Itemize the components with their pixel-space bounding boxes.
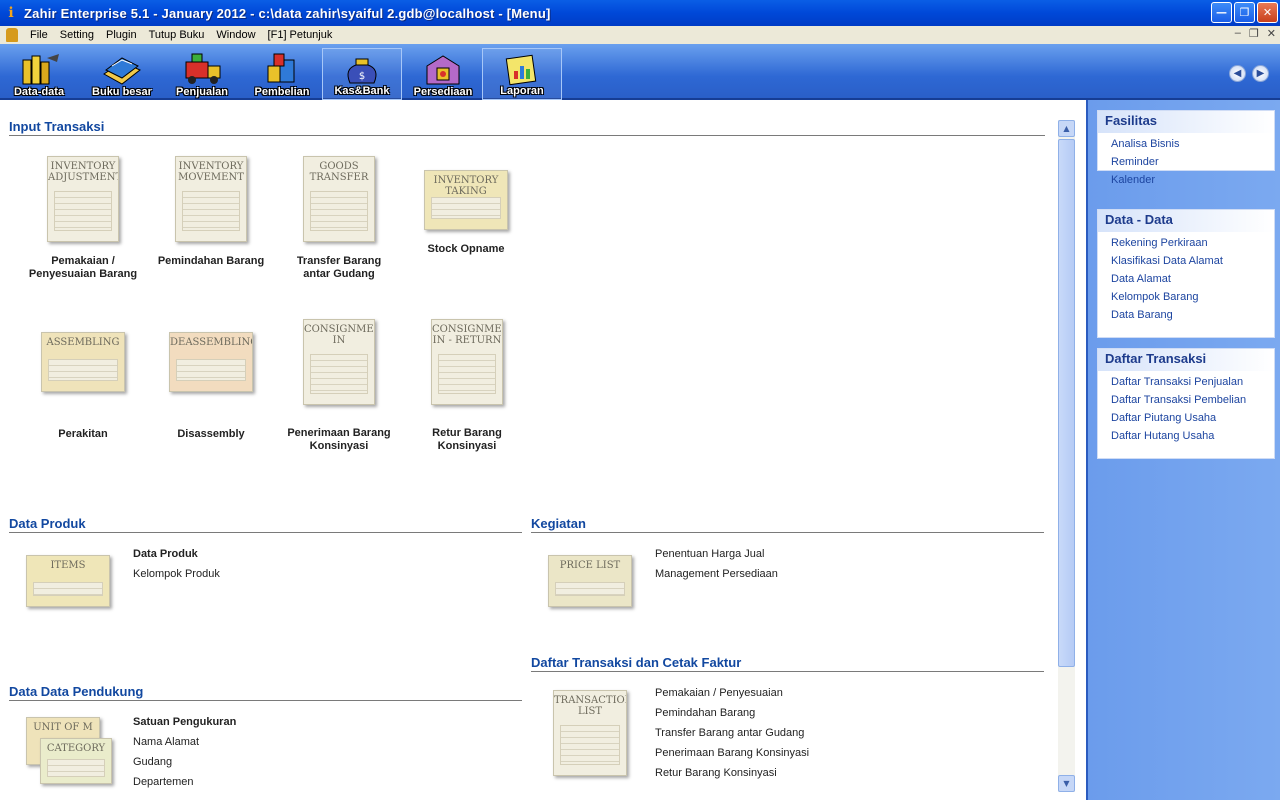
mdi-close-icon[interactable]: ✕ xyxy=(1267,27,1276,40)
sidebar-item-rekening-perkiraan[interactable]: Rekening Perkiraan xyxy=(1098,234,1274,252)
purchase-boxes-icon xyxy=(267,53,295,83)
sidebar-item-daftar-penjualan[interactable]: Daftar Transaksi Penjualan xyxy=(1098,373,1274,391)
warehouse-icon xyxy=(426,55,460,85)
panel-header-data-data[interactable]: Data - Data xyxy=(1098,210,1274,232)
link-management-persediaan[interactable]: Management Persediaan xyxy=(655,568,778,580)
link-daftar-pemakaian[interactable]: Pemakaian / Penyesuaian xyxy=(655,687,783,699)
link-kelompok-produk[interactable]: Kelompok Produk xyxy=(133,568,220,580)
sidebar-item-daftar-pembelian[interactable]: Daftar Transaksi Pembelian xyxy=(1098,391,1274,409)
link-gudang[interactable]: Gudang xyxy=(133,756,172,768)
minimize-icon: — xyxy=(1216,6,1227,19)
mdi-child-icon[interactable] xyxy=(6,28,18,42)
restore-button[interactable]: ❐ xyxy=(1234,2,1255,23)
section-data-produk: Data Produk xyxy=(9,516,522,533)
window-title: Zahir Enterprise 5.1 - January 2012 - c:… xyxy=(24,5,551,21)
sidebar-item-kelompok-barang[interactable]: Kelompok Barang xyxy=(1098,288,1274,306)
link-daftar-pemindahan[interactable]: Pemindahan Barang xyxy=(655,707,755,719)
scroll-thumb[interactable] xyxy=(1058,139,1075,667)
nav-back-button[interactable]: ◀ xyxy=(1229,65,1246,82)
arrow-left-icon: ◀ xyxy=(1233,68,1242,79)
tile-inventory-taking[interactable]: Inventory Taking Stock Opname xyxy=(411,170,521,256)
chevron-up-icon: ▲ xyxy=(1063,124,1070,133)
close-icon: ✕ xyxy=(1262,6,1273,19)
tile-consignment-return[interactable]: Consignment In - Return Retur Barang Kon… xyxy=(412,319,522,453)
section-kegiatan: Kegiatan xyxy=(531,516,1044,533)
tile-deassembling[interactable]: Deassembling Disassembly xyxy=(156,332,266,441)
tile-inventory-movement[interactable]: Inventory Movement Pemindahan Barang xyxy=(156,156,266,268)
toolbar-persediaan[interactable]: Persediaan xyxy=(410,48,476,100)
sidebar-item-data-barang[interactable]: Data Barang xyxy=(1098,306,1274,324)
module-toolbar: Data-data Buku besar Penjualan Pembelian… xyxy=(0,44,1280,100)
minimize-button[interactable]: — xyxy=(1211,2,1232,23)
panel-header-daftar-transaksi[interactable]: Daftar Transaksi xyxy=(1098,349,1274,371)
menu-tutup-buku[interactable]: Tutup Buku xyxy=(143,29,211,41)
toolbar-buku-besar[interactable]: Buku besar xyxy=(88,48,156,100)
menu-window[interactable]: Window xyxy=(210,29,261,41)
app-icon[interactable]: ℹ xyxy=(4,5,18,21)
scroll-down-button[interactable]: ▼ xyxy=(1058,775,1075,792)
tile-assembling[interactable]: Assembling Perakitan xyxy=(28,332,138,441)
sidebar-item-daftar-hutang[interactable]: Daftar Hutang Usaha xyxy=(1098,427,1274,445)
link-nama-alamat[interactable]: Nama Alamat xyxy=(133,736,199,748)
panel-header-fasilitas[interactable]: Fasilitas xyxy=(1098,111,1274,133)
title-bar: ℹ Zahir Enterprise 5.1 - January 2012 - … xyxy=(0,0,1280,26)
toolbar-pembelian[interactable]: Pembelian xyxy=(252,48,312,100)
sidebar-item-data-alamat[interactable]: Data Alamat xyxy=(1098,270,1274,288)
link-departemen[interactable]: Departemen xyxy=(133,776,194,788)
menu-setting[interactable]: Setting xyxy=(54,29,100,41)
toolbar-data-data[interactable]: Data-data xyxy=(8,48,70,100)
sidebar-item-klasifikasi-data-alamat[interactable]: Klasifikasi Data Alamat xyxy=(1098,252,1274,270)
sidebar-item-kalender[interactable]: Kalender xyxy=(1098,171,1274,189)
link-satuan-pengukuran[interactable]: Satuan Pengukuran xyxy=(133,716,236,728)
items-doc-icon[interactable]: Items xyxy=(26,555,110,607)
menu-bar: File Setting Plugin Tutup Buku Window [F… xyxy=(0,26,1280,44)
panel-daftar-transaksi: Daftar Transaksi Daftar Transaksi Penjua… xyxy=(1097,348,1275,459)
close-button[interactable]: ✕ xyxy=(1257,2,1278,23)
vertical-scrollbar[interactable]: ▲ ▼ xyxy=(1058,120,1075,792)
arrow-right-icon: ▶ xyxy=(1256,68,1265,79)
toolbar-kas-bank[interactable]: $ Kas&Bank xyxy=(322,48,402,100)
mdi-minimize-icon[interactable]: – xyxy=(1235,27,1241,40)
task-sidebar: Fasilitas Analisa Bisnis Reminder Kalend… xyxy=(1086,100,1280,800)
data-data-icon xyxy=(22,54,59,85)
tile-goods-transfer[interactable]: Goods Transfer Transfer Barang antar Gud… xyxy=(284,156,394,281)
toolbar-laporan[interactable]: Laporan xyxy=(482,48,562,100)
menu-content-area: Input Transaksi Inventory Adjustment Pem… xyxy=(0,100,1086,800)
section-input-transaksi: Input Transaksi xyxy=(9,119,1045,136)
panel-data-data: Data - Data Rekening Perkiraan Klasifika… xyxy=(1097,209,1275,338)
link-penentuan-harga-jual[interactable]: Penentuan Harga Jual xyxy=(655,548,764,560)
price-list-doc-icon[interactable]: Price List xyxy=(548,555,632,607)
chevron-down-icon: ▼ xyxy=(1063,779,1070,788)
transaction-list-doc-icon[interactable]: Transaction List xyxy=(553,690,627,776)
report-chart-icon xyxy=(505,54,537,86)
scroll-up-button[interactable]: ▲ xyxy=(1058,120,1075,137)
ledger-books-icon xyxy=(103,57,141,85)
section-daftar-transaksi: Daftar Transaksi dan Cetak Faktur xyxy=(531,655,1044,672)
restore-icon: ❐ xyxy=(1239,6,1250,19)
link-data-produk[interactable]: Data Produk xyxy=(133,548,198,560)
money-bag-icon: $ xyxy=(347,58,377,84)
menu-file[interactable]: File xyxy=(24,29,54,41)
sidebar-item-analisa-bisnis[interactable]: Analisa Bisnis xyxy=(1098,135,1274,153)
menu-petunjuk[interactable]: [F1] Petunjuk xyxy=(262,29,339,41)
toolbar-penjualan[interactable]: Penjualan xyxy=(172,48,232,100)
category-doc-icon[interactable]: Category xyxy=(40,738,112,784)
link-daftar-retur[interactable]: Retur Barang Konsinyasi xyxy=(655,767,777,779)
panel-fasilitas: Fasilitas Analisa Bisnis Reminder Kalend… xyxy=(1097,110,1275,186)
sidebar-item-daftar-piutang[interactable]: Daftar Piutang Usaha xyxy=(1098,409,1274,427)
link-daftar-penerimaan[interactable]: Penerimaan Barang Konsinyasi xyxy=(655,747,809,759)
sidebar-item-reminder[interactable]: Reminder xyxy=(1098,153,1274,171)
mdi-restore-icon[interactable]: ❐ xyxy=(1249,27,1259,40)
nav-forward-button[interactable]: ▶ xyxy=(1252,65,1269,82)
link-daftar-transfer[interactable]: Transfer Barang antar Gudang xyxy=(655,727,804,739)
menu-plugin[interactable]: Plugin xyxy=(100,29,143,41)
sales-truck-icon xyxy=(185,53,221,84)
section-data-pendukung: Data Data Pendukung xyxy=(9,684,522,701)
tile-consignment-in[interactable]: Consignment In Penerimaan Barang Konsiny… xyxy=(284,319,394,453)
tile-inventory-adjustment[interactable]: Inventory Adjustment Pemakaian / Penyesu… xyxy=(28,156,138,281)
svg-text:$: $ xyxy=(359,71,365,82)
